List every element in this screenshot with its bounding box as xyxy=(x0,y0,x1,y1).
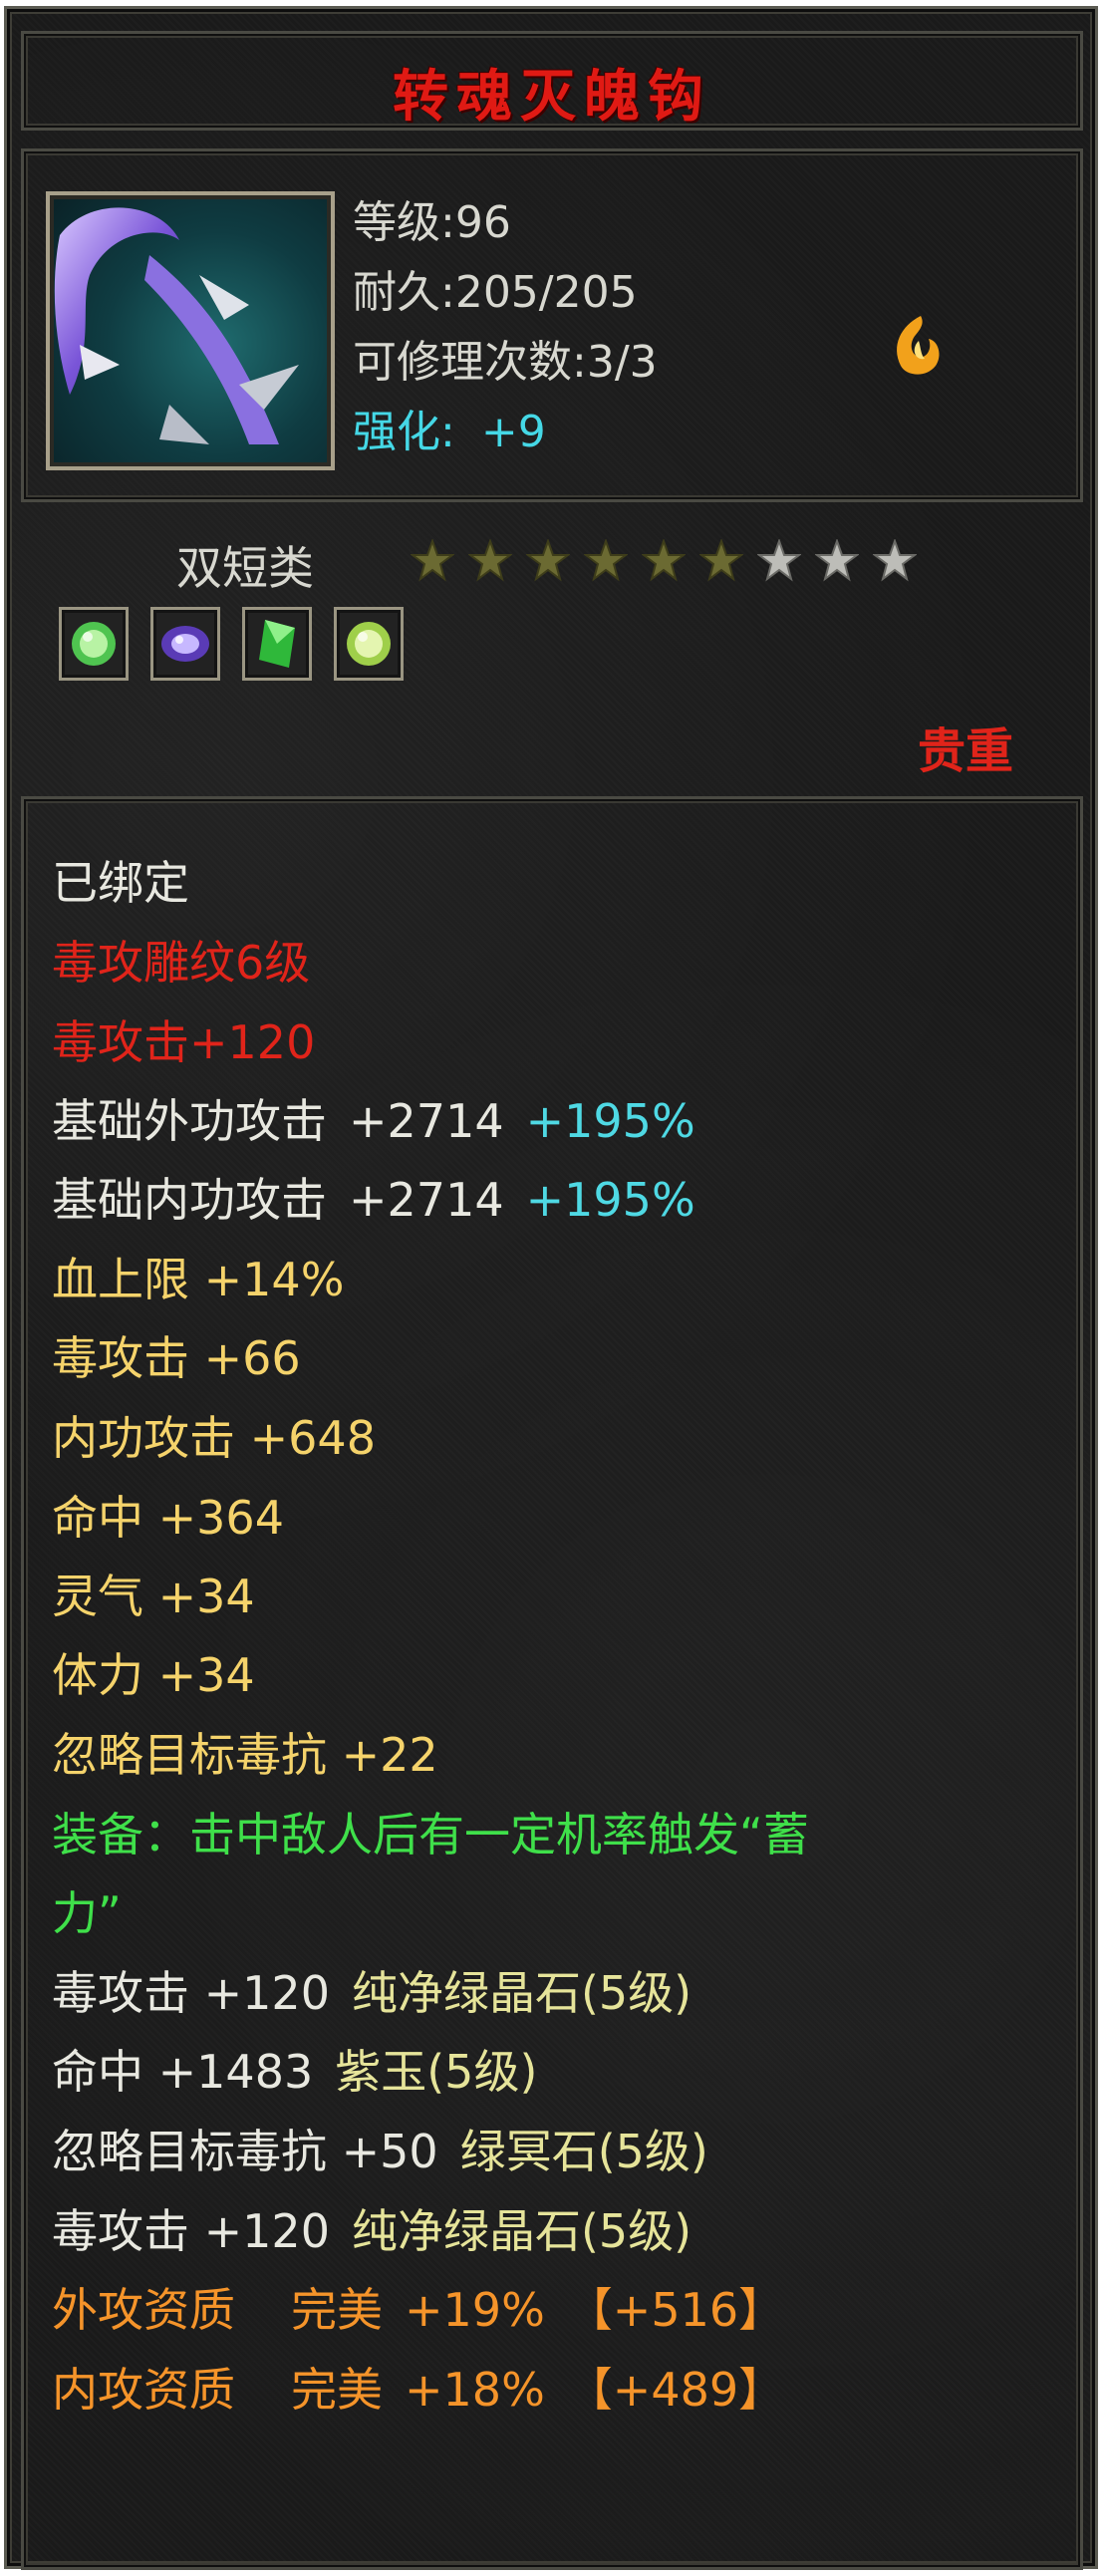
stat-percent: +195% xyxy=(525,1094,695,1148)
star-empty-icon xyxy=(873,539,917,582)
green-gem-icon[interactable] xyxy=(59,607,129,681)
stat-line: 内功攻击 +648 xyxy=(52,1411,376,1465)
purple-gem-icon[interactable] xyxy=(150,607,220,681)
info-panel: 等级:96 耐久:205/205 可修理次数:3/3 强化: +9 xyxy=(21,148,1083,502)
star-empty-icon xyxy=(815,539,859,582)
star-filled-icon xyxy=(699,539,743,582)
gem-name: 紫玉(5级) xyxy=(335,2045,538,2099)
star-filled-icon xyxy=(526,539,570,582)
enhance-label: 强化: xyxy=(353,407,455,457)
gem-name: 纯净绿晶石(5级) xyxy=(351,2204,692,2258)
enhance-value: +9 xyxy=(480,407,546,457)
star-filled-icon xyxy=(468,539,512,582)
gem-bonus-line: 忽略目标毒抗 +50 绿冥石(5级) xyxy=(52,2116,708,2181)
enhance-text: 强化: +9 xyxy=(353,396,546,459)
stat-line: 忽略目标毒抗 +22 xyxy=(52,1728,438,1782)
aptitude-percent: +19% xyxy=(405,2283,545,2337)
yellow-green-gem-icon[interactable] xyxy=(334,607,404,681)
star-filled-icon xyxy=(584,539,628,582)
rarity-label: 贵重 xyxy=(918,723,1014,779)
gem-stat: 忽略目标毒抗 +50 xyxy=(52,2125,438,2178)
stat-value: +2714 xyxy=(349,1173,504,1227)
repair-count-text: 可修理次数:3/3 xyxy=(353,337,658,388)
properties-panel: 已绑定 毒攻雕纹6级 毒攻击+120 基础外功攻击 +2714 +195% 基础内功… xyxy=(21,796,1083,2570)
gem-name: 纯净绿晶石(5级) xyxy=(351,1966,692,2020)
gem-name: 绿冥石(5级) xyxy=(459,2125,708,2178)
aptitude-label: 外攻资质 xyxy=(52,2283,235,2337)
stat-line: 毒攻击 +66 xyxy=(52,1331,301,1385)
aptitude-bonus: 【+516】 xyxy=(566,2283,785,2337)
durability-text: 耐久:205/205 xyxy=(353,267,638,318)
stat-line: 血上限 +14% xyxy=(52,1253,345,1306)
gem-stat: 毒攻击 +120 xyxy=(52,2204,330,2258)
gem-bonus-line: 命中 +1483 紫玉(5级) xyxy=(52,2036,537,2102)
gem-bonus-line: 毒攻击 +120 纯净绿晶石(5级) xyxy=(52,1957,691,2023)
item-tooltip: 转魂灭魄钩 等级:96 耐久:205/205 可修理次数:3/3 强化: +9 … xyxy=(4,6,1098,2570)
item-icon[interactable] xyxy=(46,191,335,470)
aptitude-label: 内攻资质 xyxy=(52,2363,235,2417)
gem-bonus-line: 毒攻击 +120 纯净绿晶石(5级) xyxy=(52,2195,691,2261)
stat-value: +2714 xyxy=(349,1094,504,1148)
stat-label: 基础内功攻击 xyxy=(52,1173,327,1227)
carving-bonus-line: 毒攻击+120 xyxy=(52,1015,316,1069)
gem-stat: 毒攻击 +120 xyxy=(52,1966,330,2020)
gem-stat: 命中 +1483 xyxy=(52,2045,314,2099)
stat-label: 基础外功攻击 xyxy=(52,1094,327,1148)
item-name: 转魂灭魄钩 xyxy=(393,65,711,130)
stat-line: 体力 +34 xyxy=(52,1648,255,1702)
level-text: 等级:96 xyxy=(353,197,511,248)
title-panel: 转魂灭魄钩 xyxy=(21,31,1083,131)
equip-effect-line: 装备：击中敌人后有一定机率触发“蓄 xyxy=(52,1808,809,1861)
aptitude-grade: 完美 xyxy=(291,2363,383,2417)
aptitude-line: 内攻资质 完美 +18% 【+489】 xyxy=(52,2354,784,2420)
equip-effect-line-cont: 力” xyxy=(52,1886,122,1940)
internal-attack-line: 基础内功攻击 +2714 +195% xyxy=(52,1164,695,1230)
flame-emblem-icon xyxy=(881,311,951,381)
star-empty-icon xyxy=(757,539,801,582)
star-filled-icon xyxy=(411,539,454,582)
aptitude-line: 外攻资质 完美 +19% 【+516】 xyxy=(52,2274,784,2340)
aptitude-percent: +18% xyxy=(405,2363,545,2417)
external-attack-line: 基础外功攻击 +2714 +195% xyxy=(52,1085,695,1151)
stat-line: 灵气 +34 xyxy=(52,1570,255,1623)
bound-status: 已绑定 xyxy=(52,856,189,910)
aptitude-grade: 完美 xyxy=(291,2283,383,2337)
stat-percent: +195% xyxy=(525,1173,695,1227)
stat-line: 命中 +364 xyxy=(52,1491,284,1545)
weapon-type: 双短类 xyxy=(176,541,314,595)
green-crystal-icon[interactable] xyxy=(242,607,312,681)
aptitude-bonus: 【+489】 xyxy=(566,2363,785,2417)
carving-line: 毒攻雕纹6级 xyxy=(52,936,311,990)
star-filled-icon xyxy=(642,539,686,582)
